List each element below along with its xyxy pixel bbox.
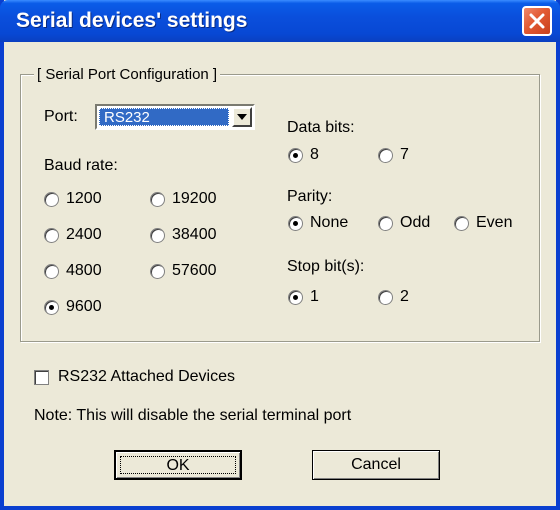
radio-button[interactable] bbox=[288, 216, 303, 231]
radio-button[interactable] bbox=[288, 148, 303, 163]
radio-button[interactable] bbox=[44, 300, 59, 315]
rs232-attached-label: RS232 Attached Devices bbox=[58, 368, 235, 385]
cancel-button[interactable]: Cancel bbox=[312, 450, 440, 480]
radio-label: 2 bbox=[400, 288, 409, 305]
radio-button[interactable] bbox=[44, 228, 59, 243]
close-button[interactable] bbox=[522, 6, 552, 36]
focus-rect bbox=[120, 456, 236, 474]
ok-button[interactable]: OK bbox=[114, 450, 242, 480]
port-dropdown-button[interactable] bbox=[232, 107, 252, 127]
radio-button[interactable] bbox=[150, 228, 165, 243]
radio-button[interactable] bbox=[378, 290, 393, 305]
radio-button[interactable] bbox=[378, 148, 393, 163]
radio-button[interactable] bbox=[150, 264, 165, 279]
radio-button[interactable] bbox=[150, 192, 165, 207]
radio-button[interactable] bbox=[378, 216, 393, 231]
rs232-attached-checkbox[interactable] bbox=[34, 370, 49, 385]
radio-button[interactable] bbox=[288, 290, 303, 305]
radio-label: 8 bbox=[310, 146, 319, 163]
radio-label: 38400 bbox=[172, 226, 217, 243]
radio-label: Even bbox=[476, 214, 513, 231]
radio-label: 7 bbox=[400, 146, 409, 163]
radio-button[interactable] bbox=[44, 264, 59, 279]
radio-label: Odd bbox=[400, 214, 431, 231]
chevron-down-icon bbox=[237, 114, 247, 120]
baud-rate-label: Baud rate: bbox=[44, 157, 118, 174]
radio-label: 19200 bbox=[172, 190, 217, 207]
radio-button[interactable] bbox=[454, 216, 469, 231]
group-title: [ Serial Port Configuration ] bbox=[34, 66, 221, 83]
radio-label: 9600 bbox=[66, 298, 102, 315]
radio-label: 57600 bbox=[172, 262, 217, 279]
port-select-value: RS232 bbox=[99, 108, 229, 126]
cancel-button-label: Cancel bbox=[351, 456, 401, 473]
port-label: Port: bbox=[44, 108, 78, 125]
radio-label: 1200 bbox=[66, 190, 102, 207]
parity-label: Parity: bbox=[287, 188, 333, 205]
note-text: Note: This will disable the serial termi… bbox=[34, 407, 352, 424]
port-select[interactable]: RS232 bbox=[95, 104, 255, 130]
radio-label: 4800 bbox=[66, 262, 102, 279]
stop-bits-label: Stop bit(s): bbox=[287, 258, 365, 275]
title-bar[interactable]: Serial devices' settings bbox=[0, 0, 560, 42]
radio-label: 1 bbox=[310, 288, 319, 305]
window-title: Serial devices' settings bbox=[16, 9, 248, 32]
radio-label: None bbox=[310, 214, 349, 231]
radio-button[interactable] bbox=[44, 192, 59, 207]
data-bits-label: Data bits: bbox=[287, 119, 355, 136]
radio-label: 2400 bbox=[66, 226, 102, 243]
close-icon bbox=[529, 13, 545, 29]
